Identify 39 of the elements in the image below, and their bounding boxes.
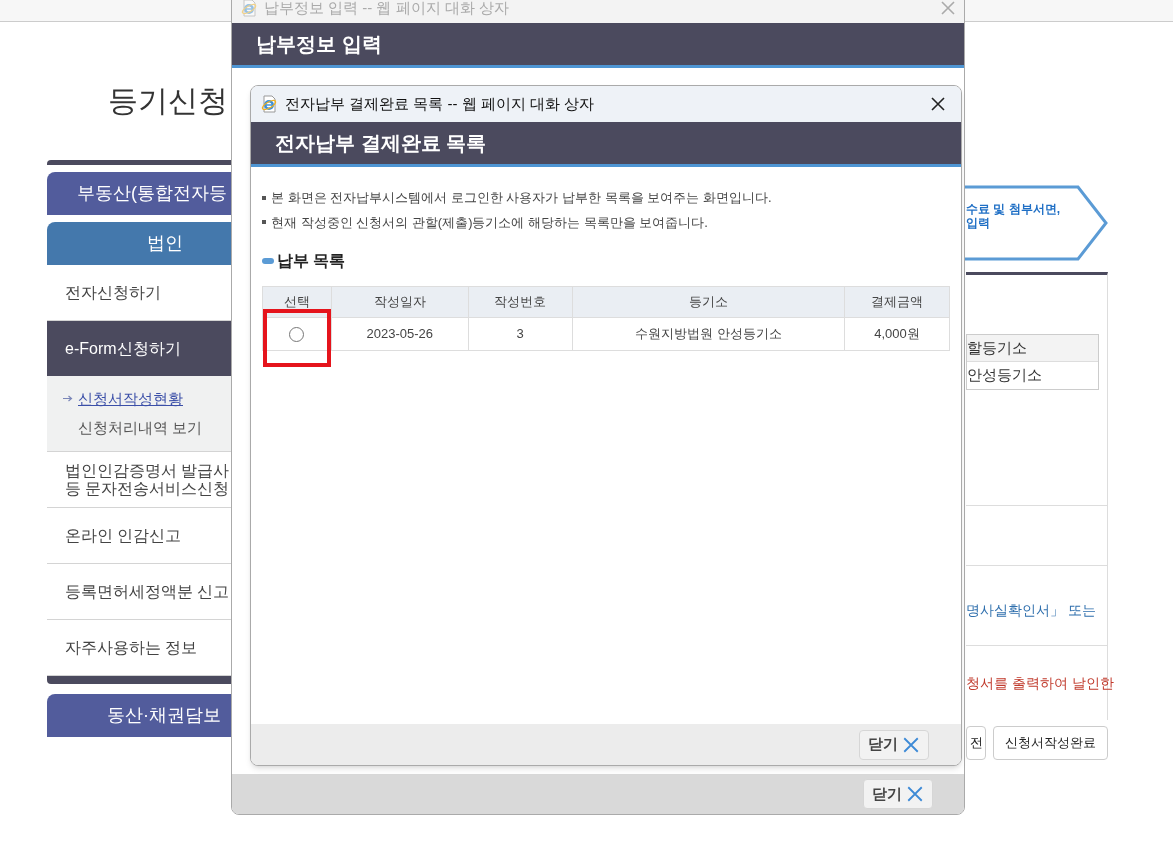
browser-icon [260,95,278,113]
close-button[interactable]: 닫기 [863,779,933,809]
action-button[interactable]: 신청서작성완료 [993,726,1108,760]
dialog-header: 납부정보 입력 [232,23,964,68]
page-title: 등기신청 [108,83,229,119]
step-label: 수료 및 첨부서면, 입력 [966,202,1060,230]
notice-text: 명사실확인서」 또는 [966,601,1096,620]
table-cell-text: 안성등기소 [967,365,1043,386]
action-button[interactable]: 전 [966,726,986,760]
sidebar-link[interactable]: 신청서작성현황 [78,388,183,411]
arrow-icon [63,395,73,402]
note-text: 본 화면은 전자납부시스템에서 로그인한 사용자가 납부한 목록을 보여주는 화면입니다. [271,189,772,207]
warning-text: 청서를 출력하여 날인한 [966,673,1114,693]
close-icon [940,0,956,16]
x-icon [902,735,920,754]
close-button[interactable]: 닫기 [859,729,929,760]
browser-icon [240,0,258,17]
sidebar-subitem[interactable]: 신청처리내역 보기 [78,416,203,439]
table-header: 할등기소 [967,335,1098,362]
close-icon [930,96,946,112]
window-title: 전자납부 결제완료 목록 -- 웹 페이지 대화 상자 [285,93,596,114]
table-cell: 수원지방법원 안성등기소 [572,317,845,351]
column-header: 등기소 [572,286,845,318]
bullet-icon [262,195,266,200]
column-header: 작성번호 [468,286,573,318]
table-cell: 3 [468,317,573,351]
note-text: 현재 작성중인 신청서의 관할(제출)등기소에 해당하는 목록만을 보여줍니다. [271,213,708,232]
x-icon [906,785,924,803]
table-cell: 2023-05-26 [331,317,469,351]
section-title: 납부 목록 [277,251,346,271]
radio-button[interactable] [289,327,305,343]
window-title: 납부정보 입력 -- 웹 페이지 대화 상자 [264,0,510,18]
column-header: 작성일자 [331,286,469,318]
column-header: 선택 [262,286,332,318]
bullet-icon [262,258,274,264]
bullet-icon [262,220,266,225]
dialog-header: 전자납부 결제완료 목록 [251,122,961,167]
table-cell: 4,000원 [844,317,950,351]
column-header: 결제금액 [844,286,950,318]
